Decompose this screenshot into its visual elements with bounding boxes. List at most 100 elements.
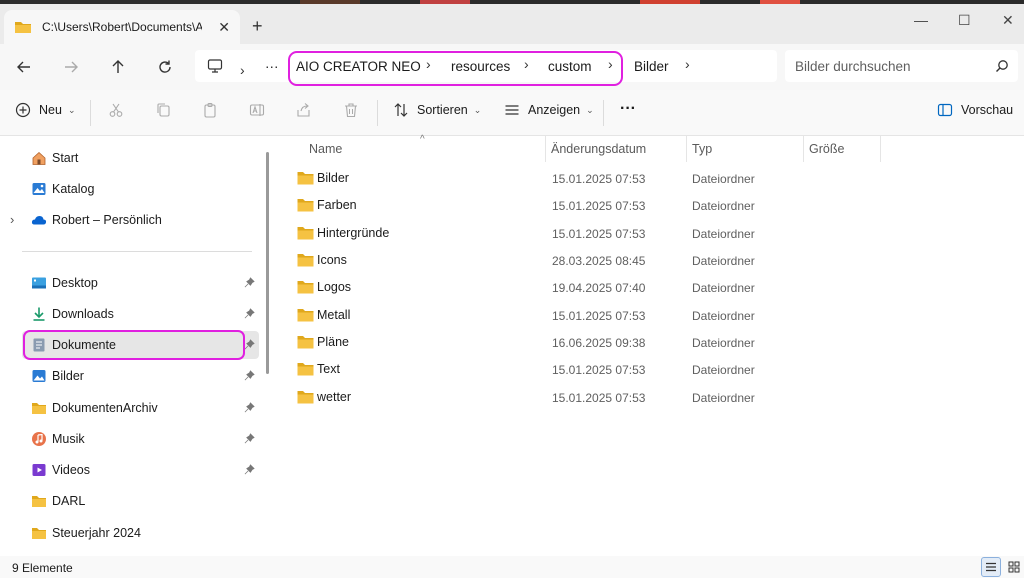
pin-icon[interactable] — [244, 277, 255, 288]
file-row[interactable]: Metall 15.01.2025 07:53 Dateiordner — [294, 302, 994, 328]
tab-close-button[interactable]: ✕ — [218, 19, 230, 36]
close-window-button[interactable]: ✕ — [1002, 12, 1014, 29]
preview-button[interactable]: Vorschau — [937, 102, 1013, 118]
up-button[interactable] — [105, 54, 131, 80]
search-input[interactable] — [795, 57, 985, 75]
file-type: Dateiordner — [692, 227, 755, 241]
chevron-down-icon: ⌄ — [67, 104, 76, 115]
pin-icon[interactable] — [244, 370, 255, 381]
file-name: Metall — [317, 308, 351, 322]
pin-icon[interactable] — [244, 402, 255, 413]
sort-icon — [394, 103, 408, 117]
column-divider[interactable] — [686, 136, 687, 162]
explorer-tab[interactable]: C:\Users\Robert\Documents\A ✕ — [4, 10, 240, 44]
sidebar-item-bilder[interactable]: Bilder — [0, 362, 258, 390]
back-button[interactable] — [11, 54, 37, 80]
file-name: Hintergründe — [317, 226, 390, 240]
arrow-up-icon — [112, 60, 124, 73]
refresh-button[interactable] — [152, 54, 178, 80]
chevron-right-icon[interactable]: › — [10, 212, 14, 227]
folder-icon — [32, 496, 46, 507]
file-row[interactable]: Farben 15.01.2025 07:53 Dateiordner — [294, 192, 994, 218]
sort-button[interactable]: Sortieren ⌄ — [393, 102, 481, 118]
column-divider[interactable] — [545, 136, 546, 162]
sidebar-item-darl[interactable]: DARL — [0, 487, 258, 515]
desktop-icon — [32, 277, 46, 289]
home-icon — [32, 151, 46, 165]
divider — [603, 100, 604, 126]
file-row[interactable]: Logos 19.04.2025 07:40 Dateiordner — [294, 274, 994, 300]
breadcrumb-more[interactable]: ··· — [265, 59, 279, 74]
sidebar-item-onedrive[interactable]: › Robert – Persönlich — [0, 206, 258, 234]
file-row[interactable]: Icons 28.03.2025 08:45 Dateiordner — [294, 247, 994, 273]
sidebar-scrollbar[interactable] — [266, 152, 269, 374]
sidebar-item-musik[interactable]: Musik — [0, 425, 258, 453]
pin-icon[interactable] — [244, 464, 255, 475]
column-header-name[interactable]: Name — [309, 142, 342, 156]
pin-icon[interactable] — [244, 308, 255, 319]
file-row[interactable]: Text 15.01.2025 07:53 Dateiordner — [294, 356, 994, 382]
delete-button[interactable] — [343, 102, 359, 118]
column-header-type[interactable]: Typ — [692, 142, 712, 156]
computer-icon — [207, 59, 223, 73]
column-divider[interactable] — [803, 136, 804, 162]
sidebar-item-label: Katalog — [52, 182, 95, 196]
breadcrumb-bilder[interactable]: Bilder — [634, 59, 669, 74]
copy-icon — [157, 103, 170, 117]
chevron-right-icon[interactable]: › — [240, 62, 245, 78]
details-view-button[interactable] — [981, 557, 1001, 577]
video-icon — [32, 464, 46, 476]
search-box[interactable] — [785, 50, 1018, 82]
tiles-view-icon — [1008, 561, 1020, 573]
tiles-view-button[interactable] — [1004, 557, 1024, 577]
file-type: Dateiordner — [692, 391, 755, 405]
view-button[interactable]: Anzeigen ⌄ — [504, 102, 594, 118]
more-options-button[interactable]: ··· — [620, 100, 636, 118]
cut-button[interactable] — [108, 102, 124, 118]
file-name: Logos — [317, 280, 352, 294]
copy-button[interactable] — [155, 102, 171, 118]
title-bar: C:\Users\Robert\Documents\A ✕ + — ☐ ✕ — [0, 4, 1024, 44]
file-date: 15.01.2025 07:53 — [552, 227, 646, 241]
file-row[interactable]: wetter 15.01.2025 07:53 Dateiordner — [294, 384, 994, 410]
file-date: 15.01.2025 07:53 — [552, 199, 646, 213]
sidebar-item-desktop[interactable]: Desktop — [0, 269, 258, 297]
new-tab-button[interactable]: + — [252, 16, 263, 37]
sidebar-item-steuerjahr-2024[interactable]: Steuerjahr 2024 — [0, 519, 258, 547]
sidebar-item-label: Start — [52, 151, 79, 165]
forward-button[interactable] — [58, 54, 84, 80]
sidebar-item-dokumentenarchiv[interactable]: DokumentenArchiv — [0, 394, 258, 422]
file-type: Dateiordner — [692, 336, 755, 350]
details-view-icon — [986, 562, 996, 572]
sidebar-item-videos[interactable]: Videos — [0, 456, 258, 484]
download-icon — [33, 307, 45, 321]
folder-icon — [297, 391, 314, 404]
sidebar-item-downloads[interactable]: Downloads — [0, 300, 258, 328]
file-date: 15.01.2025 07:53 — [552, 363, 646, 377]
pictures-icon — [32, 370, 46, 382]
column-header-size[interactable]: Größe — [809, 142, 844, 156]
rename-button[interactable] — [249, 102, 265, 118]
new-button[interactable]: Neu ⌄ — [15, 102, 75, 118]
minimize-button[interactable]: — — [914, 12, 928, 28]
file-name: Text — [317, 362, 340, 376]
file-row[interactable]: Hintergründe 15.01.2025 07:53 Dateiordne… — [294, 220, 994, 246]
column-header-date[interactable]: Änderungsdatum — [551, 142, 646, 156]
cloud-icon — [31, 216, 47, 225]
file-name: Farben — [317, 198, 357, 212]
sidebar-item-katalog[interactable]: Katalog — [0, 175, 258, 203]
paste-button[interactable] — [202, 102, 218, 118]
chevron-right-icon[interactable]: › — [685, 56, 690, 72]
file-row[interactable]: Bilder 15.01.2025 07:53 Dateiordner — [294, 165, 994, 191]
status-bar: 9 Elemente — [0, 556, 1024, 578]
file-row[interactable]: Pläne 16.06.2025 09:38 Dateiordner — [294, 329, 994, 355]
pin-icon[interactable] — [244, 339, 255, 350]
file-date: 15.01.2025 07:53 — [552, 391, 646, 405]
file-date: 15.01.2025 07:53 — [552, 172, 646, 186]
share-button[interactable] — [296, 102, 312, 118]
pin-icon[interactable] — [244, 433, 255, 444]
sidebar-item-start[interactable]: Start — [0, 144, 258, 172]
maximize-button[interactable]: ☐ — [958, 12, 971, 29]
list-view-icon — [505, 105, 519, 115]
column-divider[interactable] — [880, 136, 881, 162]
